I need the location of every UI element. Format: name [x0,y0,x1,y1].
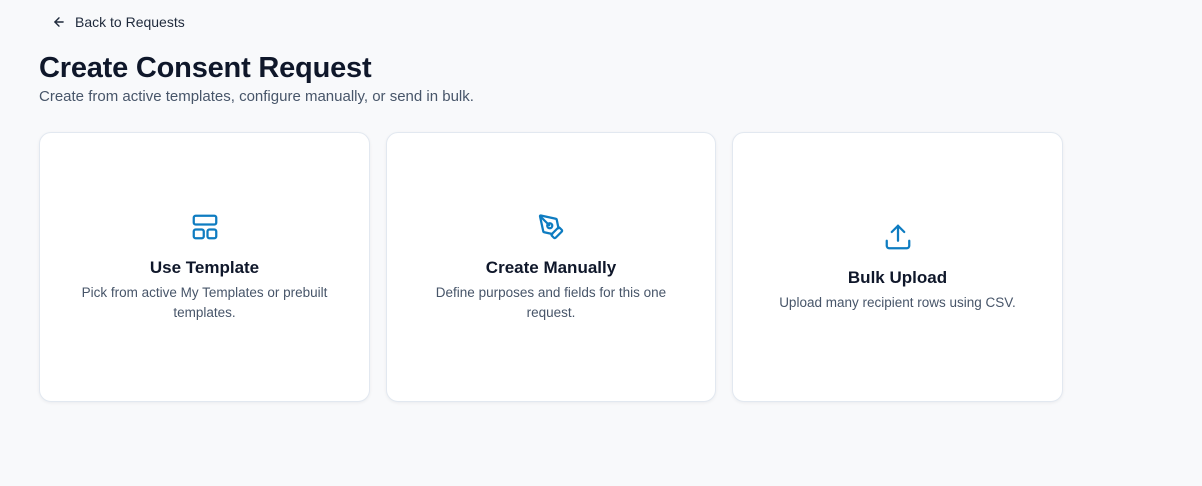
use-template-card[interactable]: Use Template Pick from active My Templat… [39,132,370,402]
creation-options: Use Template Pick from active My Templat… [39,132,1063,402]
back-link-label: Back to Requests [75,14,185,30]
card-description: Upload many recipient rows using CSV. [779,295,1016,310]
create-manually-card[interactable]: Create Manually Define purposes and fiel… [386,132,716,402]
upload-icon [882,221,914,253]
card-title: Bulk Upload [847,268,948,287]
card-title: Use Template [149,258,260,277]
pen-tool-icon [535,211,567,243]
card-description: Define purposes and fields for this one … [435,285,667,320]
page-subtitle: Create from active templates, configure … [39,88,474,105]
card-title: Create Manually [485,258,617,277]
back-to-requests-link[interactable]: Back to Requests [52,12,185,32]
page-title: Create Consent Request [39,52,372,84]
bulk-upload-card[interactable]: Bulk Upload Upload many recipient rows u… [732,132,1063,402]
card-description: Pick from active My Templates or prebuil… [81,285,328,320]
layout-template-icon [189,211,221,243]
arrow-left-icon [52,15,66,29]
create-consent-request-page: Back to Requests Create Consent Request … [0,0,1202,486]
